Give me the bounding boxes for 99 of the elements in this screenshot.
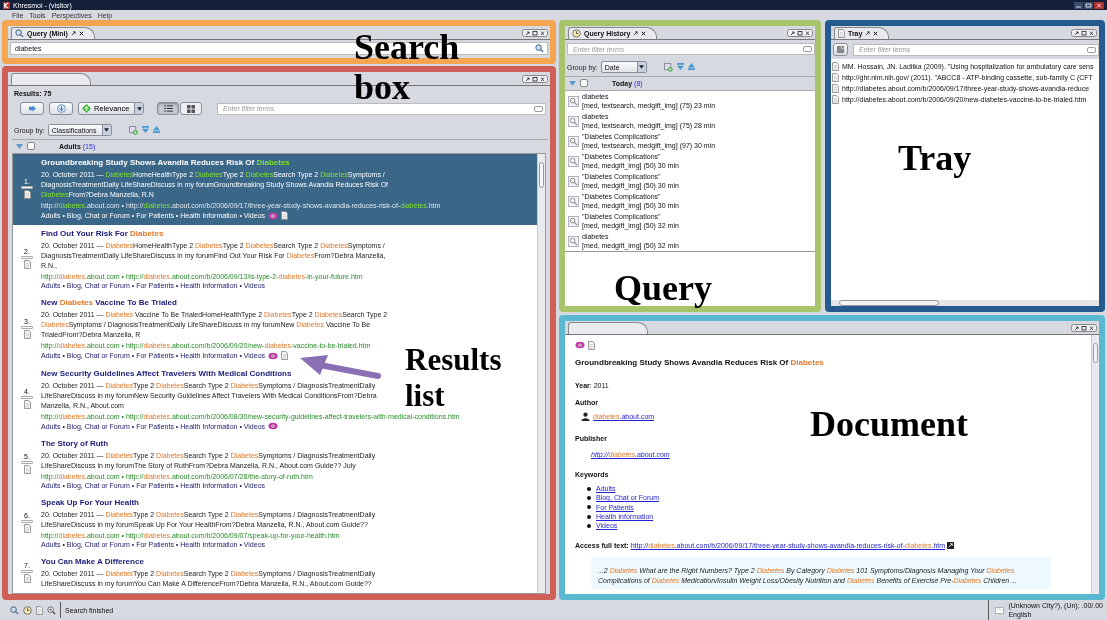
panel-tab[interactable] xyxy=(568,322,648,334)
arrow-up-icon[interactable] xyxy=(152,125,160,133)
caret-icon xyxy=(639,65,645,69)
arrow-icon xyxy=(27,105,37,112)
panel-controls-icon[interactable] xyxy=(1071,29,1097,37)
bullet-icon xyxy=(587,514,591,519)
document-icon[interactable] xyxy=(36,605,43,615)
search-icon[interactable] xyxy=(568,155,579,167)
panel-controls-icon[interactable] xyxy=(522,75,548,83)
clear-icon[interactable] xyxy=(803,46,812,52)
bullet-icon xyxy=(587,486,591,491)
pin-icon[interactable] xyxy=(70,31,76,36)
rating-bar[interactable] xyxy=(21,185,33,189)
search-icon xyxy=(15,29,24,38)
eye-icon[interactable] xyxy=(268,351,279,360)
result-title[interactable]: Find Out Your Risk For Diabetes xyxy=(41,227,164,241)
panel-controls-icon[interactable] xyxy=(522,29,548,37)
eye-icon[interactable] xyxy=(575,341,585,349)
expand-icon[interactable] xyxy=(16,143,23,149)
document-icon[interactable] xyxy=(281,351,289,360)
grid-icon xyxy=(187,104,195,113)
annotation-label: Tray xyxy=(898,138,972,178)
clock-icon[interactable] xyxy=(23,605,32,615)
result-title[interactable]: Speak Up For Your Health xyxy=(41,496,139,510)
result-title[interactable]: New Security Guidelines Affect Travelers With Medical Conditions xyxy=(41,367,292,381)
expand-icon[interactable] xyxy=(569,80,576,86)
document-icon[interactable] xyxy=(832,62,839,71)
search-icon[interactable] xyxy=(568,215,579,227)
document-icon[interactable] xyxy=(23,329,31,339)
result-title[interactable]: The Story of Ruth xyxy=(41,437,109,451)
caret-icon xyxy=(104,128,110,132)
checkbox[interactable] xyxy=(27,142,35,150)
arrow-up-icon[interactable] xyxy=(687,62,695,70)
document-title: Groundbreaking Study Shows Avandia Reduces Risk Of Diabetes xyxy=(575,358,825,369)
scrollbar[interactable] xyxy=(831,300,1099,306)
document-icon[interactable] xyxy=(23,464,31,474)
checkbox[interactable] xyxy=(580,79,588,87)
view-toggle[interactable] xyxy=(157,102,179,115)
pin-icon[interactable] xyxy=(633,31,639,36)
pin-icon[interactable] xyxy=(865,31,871,36)
bullet-icon xyxy=(587,523,591,528)
zoom-icon[interactable] xyxy=(47,605,56,615)
document-icon[interactable] xyxy=(588,341,595,350)
document-icon[interactable] xyxy=(832,73,839,82)
eye-icon[interactable] xyxy=(268,422,279,430)
tray-button[interactable] xyxy=(833,43,848,56)
panel-tab[interactable] xyxy=(11,73,91,85)
search-icon[interactable] xyxy=(568,195,579,207)
document-icon[interactable] xyxy=(23,259,31,269)
document-icon[interactable] xyxy=(23,189,31,199)
clear-icon[interactable] xyxy=(534,105,543,112)
close-icon[interactable] xyxy=(641,31,647,36)
search-icon[interactable] xyxy=(568,135,579,147)
close-icon[interactable] xyxy=(873,31,879,36)
caret-icon xyxy=(136,106,142,111)
document-icon[interactable] xyxy=(281,211,289,220)
arrow-down-icon[interactable] xyxy=(676,62,684,70)
external-link-icon[interactable] xyxy=(947,542,955,550)
sort-icon xyxy=(82,104,91,113)
close-icon[interactable] xyxy=(78,31,84,36)
document-icon xyxy=(836,45,845,54)
result-row[interactable] xyxy=(13,154,537,225)
scrollbar[interactable] xyxy=(537,154,545,593)
location-icon xyxy=(995,606,1005,614)
result-title[interactable]: Groundbreaking Study Shows Avandia Reduces Risk Of Diabetes xyxy=(41,156,290,170)
search-icon[interactable] xyxy=(535,44,544,53)
download-icon xyxy=(56,104,66,113)
document-icon[interactable] xyxy=(23,523,31,533)
list-icon xyxy=(163,105,173,112)
search-icon[interactable] xyxy=(10,605,19,615)
view-toggle[interactable] xyxy=(180,102,202,115)
scrollbar[interactable] xyxy=(1091,335,1099,594)
panel-controls-icon[interactable] xyxy=(1071,324,1097,332)
add-group-icon[interactable] xyxy=(128,125,138,135)
document-icon[interactable] xyxy=(832,95,839,104)
bullet-icon xyxy=(587,495,591,500)
search-icon[interactable] xyxy=(568,175,579,187)
search-icon[interactable] xyxy=(568,235,579,247)
person-icon xyxy=(581,412,590,421)
arrow-down-icon[interactable] xyxy=(141,125,149,133)
document-icon[interactable] xyxy=(23,400,31,409)
arrow-button[interactable] xyxy=(20,102,44,115)
eye-icon[interactable] xyxy=(268,211,279,220)
clear-icon[interactable] xyxy=(1087,46,1096,53)
annotation-label: Query xyxy=(614,268,712,308)
annotation-label: Results list xyxy=(405,342,503,414)
app-logo-icon xyxy=(3,1,10,9)
window-controls-icon[interactable] xyxy=(1074,1,1104,9)
result-title[interactable]: You Can Make A Difference xyxy=(41,555,144,569)
search-icon[interactable] xyxy=(568,95,579,107)
download-button[interactable] xyxy=(49,102,73,115)
result-title[interactable]: New Diabetes Vaccine To Be Trialed xyxy=(41,296,177,310)
document-icon[interactable] xyxy=(832,84,839,93)
search-icon[interactable] xyxy=(568,115,579,127)
bullet-icon xyxy=(587,505,591,510)
panel-controls-icon[interactable] xyxy=(787,29,813,37)
annotation-label: Document xyxy=(810,404,968,444)
document-icon[interactable] xyxy=(23,573,31,583)
add-group-icon[interactable] xyxy=(663,62,673,72)
